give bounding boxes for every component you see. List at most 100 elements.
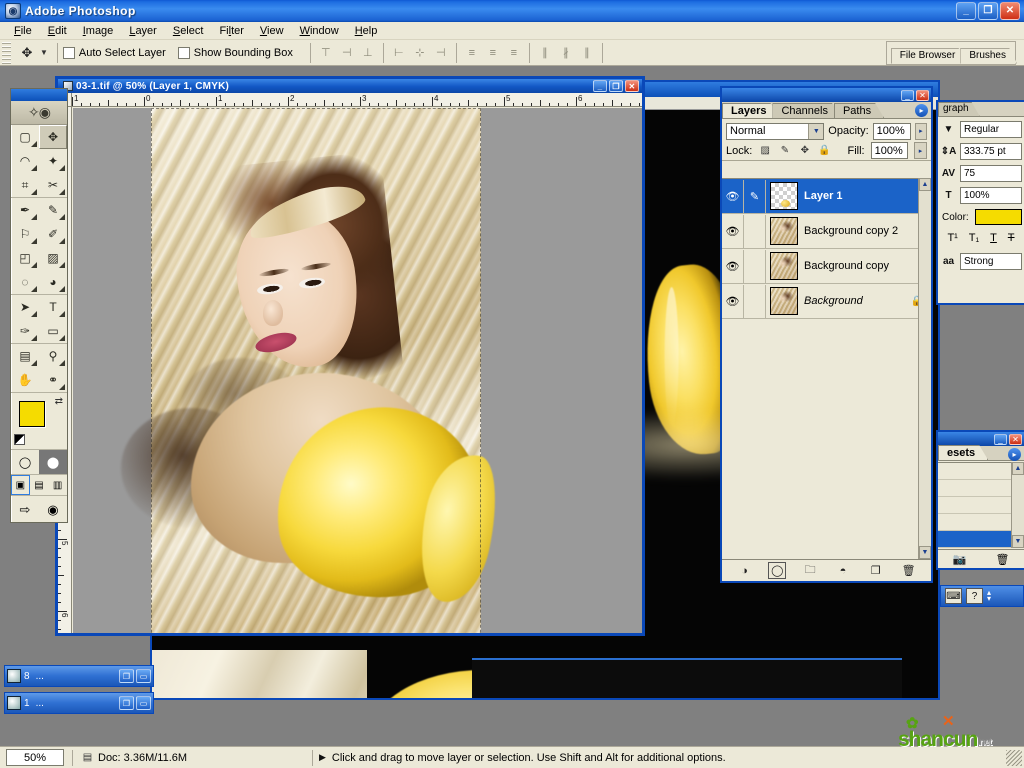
document-titlebar[interactable]: 03-1.tif @ 50% (Layer 1, CMYK) _ ❐ ✕ [58, 79, 642, 93]
strikethrough-icon[interactable]: T [1008, 232, 1015, 244]
lock-all-icon[interactable]: 🔒 [818, 144, 832, 158]
zoom-tool[interactable]: ⚭ [39, 368, 67, 392]
document-restore-button[interactable]: ❐ [609, 80, 623, 92]
quick-mask-mode-button[interactable]: ⬤ [39, 450, 67, 474]
app-titlebar[interactable]: ◉ Adobe Photoshop _ ❐ ✕ [0, 0, 1024, 22]
jump-to-imageready-icon[interactable]: ⇨ [19, 502, 30, 518]
minimized-restore-button[interactable]: ❐ [119, 669, 134, 683]
tab-channels[interactable]: Channels [772, 103, 840, 118]
presets-close-button[interactable]: ✕ [1009, 433, 1022, 445]
align-vertical-centers-icon[interactable]: ⊣ [337, 43, 357, 63]
app-minimize-button[interactable]: _ [956, 2, 976, 20]
layer-visibility-icon[interactable]: 👁 [722, 179, 744, 213]
layer-link-cell[interactable] [744, 284, 766, 318]
hint-arrow-icon[interactable]: ▶ [319, 752, 326, 763]
preset-row[interactable] [938, 497, 1011, 514]
toolbox-titlebar[interactable] [11, 89, 67, 101]
menu-help[interactable]: Help [347, 24, 386, 38]
superscript-icon[interactable]: T¹ [947, 232, 957, 244]
layer-brush-icon[interactable]: ✎ [744, 179, 766, 213]
preset-list[interactable] [938, 462, 1011, 548]
marquee-tool[interactable]: ▢ [11, 125, 39, 149]
healing-brush-tool[interactable]: ✒ [11, 198, 39, 222]
swap-colors-icon[interactable]: ⇄ [55, 396, 63, 407]
adjustment-layer-icon[interactable]: ◓ [834, 562, 852, 579]
align-bottom-edges-icon[interactable]: ⊥ [358, 43, 378, 63]
move-tool[interactable]: ✥ [39, 125, 67, 149]
fill-spinner-icon[interactable]: ▸ [914, 142, 927, 159]
tracking-input[interactable]: 75 [960, 164, 1022, 182]
clone-stamp-tool[interactable]: ⚐ [11, 222, 39, 246]
lock-position-icon[interactable]: ✥ [798, 144, 812, 158]
menubar[interactable]: File Edit Image Layer Select Filter View… [0, 22, 1024, 40]
crop-tool[interactable]: ⌗ [11, 173, 39, 197]
layer-visibility-icon[interactable]: 👁 [722, 249, 744, 283]
palette-menu-icon[interactable]: ▸ [1008, 448, 1021, 461]
layers-palette-titlebar[interactable]: _ ✕ [722, 88, 931, 102]
layers-scrollbar[interactable]: ▲ ▼ [918, 178, 931, 559]
layer-thumbnail[interactable] [770, 217, 798, 245]
chevron-down-icon[interactable]: ▼ [940, 121, 957, 138]
tool-presets-palette[interactable]: _ ✕ esets ▸ ▲ ▼ 📷 🗑 [936, 430, 1024, 570]
rectangle-tool[interactable]: ▭ [39, 319, 67, 343]
imageready-icon[interactable]: ◉ [47, 502, 58, 518]
menu-edit[interactable]: Edit [40, 24, 75, 38]
gradient-tool[interactable]: ▨ [39, 246, 67, 270]
scroll-up-icon[interactable]: ▲ [1012, 462, 1024, 475]
full-screen-menubar-button[interactable]: ▤ [30, 475, 49, 495]
resize-grip[interactable] [1006, 749, 1022, 766]
eyedropper-tool[interactable]: ⚲ [39, 344, 67, 368]
subscript-icon[interactable]: T₁ [969, 232, 979, 244]
options-bar-grip[interactable] [2, 41, 11, 64]
text-color-swatch[interactable] [974, 209, 1022, 225]
mini-toolbar[interactable]: ⌨ ? ▴ ▾ [940, 585, 1024, 607]
app-close-button[interactable]: ✕ [1000, 2, 1020, 20]
path-selection-tool[interactable]: ➤ [11, 295, 39, 319]
menu-layer[interactable]: Layer [121, 24, 165, 38]
foreground-color-swatch[interactable] [19, 401, 45, 427]
minimized-maximize-button[interactable]: ▭ [136, 696, 151, 710]
layer-row-layer-1[interactable]: 👁 ✎ Layer 1 [722, 179, 931, 214]
options-bar[interactable]: ✥ ▼ Auto Select Layer Show Bounding Box … [0, 40, 1024, 66]
layer-style-icon[interactable]: ◑ [735, 562, 753, 579]
opacity-spinner-icon[interactable]: ▸ [914, 122, 927, 140]
color-selector[interactable]: ⇄ [11, 393, 67, 449]
scroll-down-icon[interactable]: ▼ [919, 546, 931, 559]
palette-well[interactable]: File Browser Brushes [885, 40, 1017, 65]
eraser-tool[interactable]: ◰ [11, 246, 39, 270]
menu-image[interactable]: Image [75, 24, 122, 38]
menu-view[interactable]: View [252, 24, 292, 38]
notes-tool[interactable]: ▤ [11, 344, 39, 368]
type-tool[interactable]: T [39, 295, 67, 319]
brush-tool[interactable]: ✎ [39, 198, 67, 222]
default-colors-icon[interactable] [14, 434, 25, 445]
opacity-input[interactable]: 100% [872, 122, 911, 140]
history-brush-tool[interactable]: ✐ [39, 222, 67, 246]
well-tab-brushes[interactable]: Brushes [960, 48, 1017, 64]
scroll-down-icon[interactable]: ▼ [1012, 535, 1024, 548]
palette-menu-icon[interactable]: ▸ [915, 104, 928, 117]
layer-thumbnail[interactable] [770, 252, 798, 280]
distribute-bottom-icon[interactable]: ≡ [504, 43, 524, 63]
hand-tool[interactable]: ✋ [11, 368, 39, 392]
layer-list[interactable]: 👁 ✎ Layer 1 👁 Background copy 2 👁 Backgr… [722, 178, 931, 559]
app-restore-button[interactable]: ❐ [978, 2, 998, 20]
align-left-edges-icon[interactable]: ⊢ [389, 43, 409, 63]
layer-thumbnail[interactable] [770, 182, 798, 210]
scroll-up-icon[interactable]: ▲ [919, 178, 931, 191]
menu-filter[interactable]: Filter [211, 24, 251, 38]
minimized-window-1[interactable]: 1 ... ❐ ▭ [4, 692, 154, 714]
document-close-button[interactable]: ✕ [625, 80, 639, 92]
align-top-edges-icon[interactable]: ⊤ [316, 43, 336, 63]
layer-row-background-copy-2[interactable]: 👁 Background copy 2 [722, 214, 931, 249]
layer-row-background[interactable]: 👁 Background 🔒 [722, 284, 931, 319]
distribute-left-icon[interactable]: ∥ [535, 43, 555, 63]
distribute-right-icon[interactable]: ∥ [577, 43, 597, 63]
dodge-tool[interactable]: ◕ [39, 270, 67, 294]
minimized-maximize-button[interactable]: ▭ [136, 669, 151, 683]
layers-minimize-button[interactable]: _ [901, 89, 914, 101]
new-group-icon[interactable]: 🗀 [801, 562, 819, 579]
well-tab-file-browser[interactable]: File Browser [891, 48, 967, 64]
font-style-select[interactable]: Regular [960, 120, 1022, 138]
help-icon[interactable]: ? [966, 588, 983, 604]
